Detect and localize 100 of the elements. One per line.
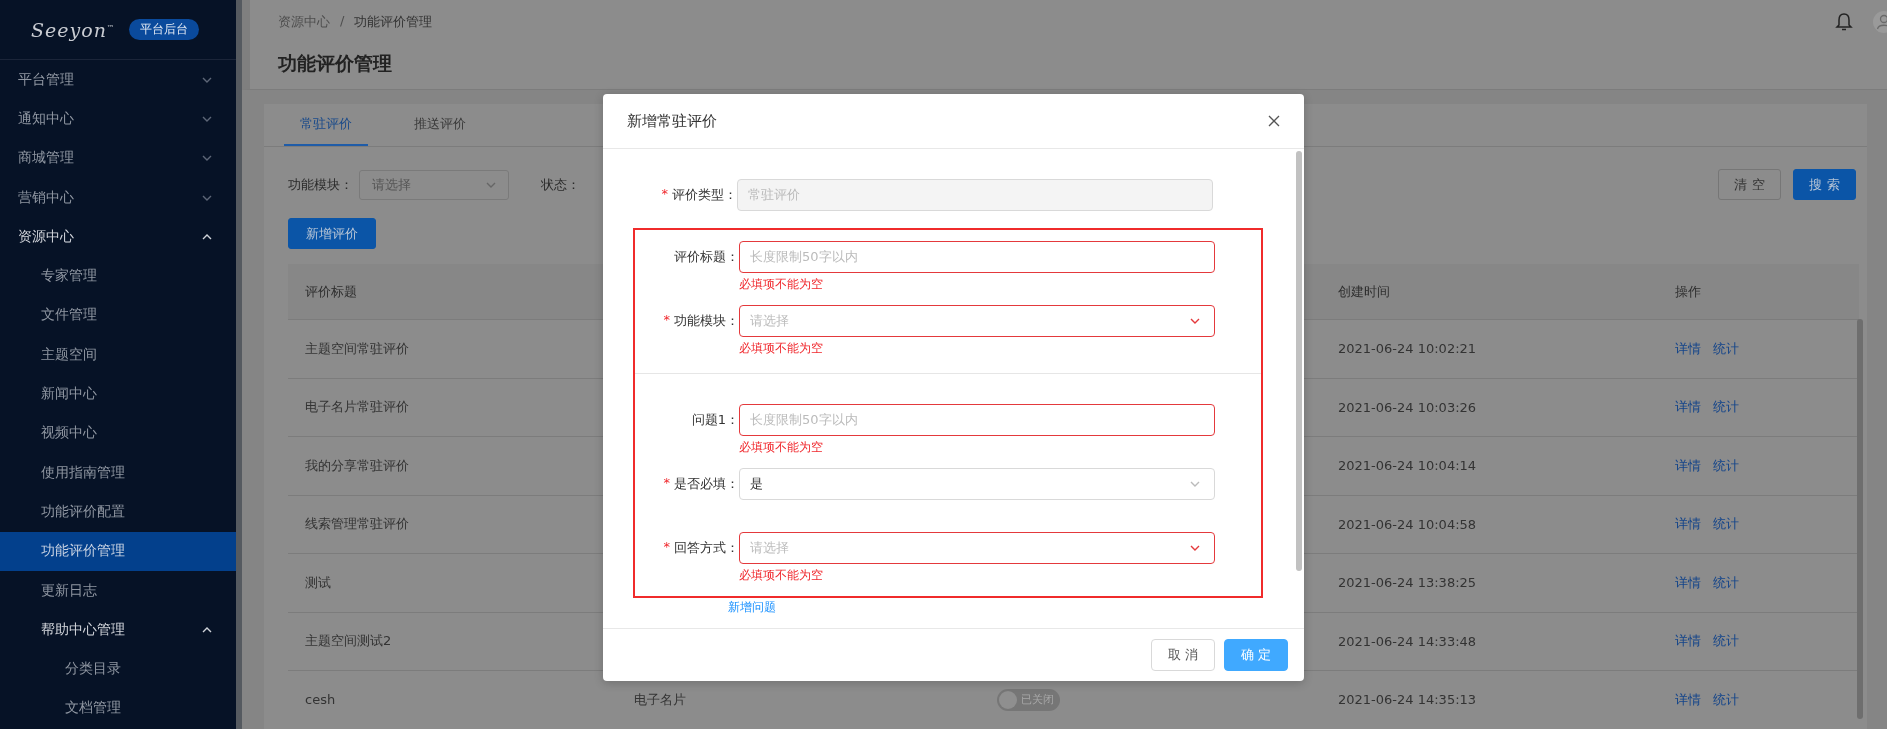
column-header: 操作 — [1674, 282, 1702, 301]
table-cell: 2021-06-24 14:35:13 — [1338, 692, 1477, 708]
table-cell: 2021-06-24 14:33:48 — [1338, 633, 1477, 649]
select-field[interactable]: 请选择 — [739, 532, 1215, 564]
close-icon — [1268, 115, 1280, 127]
menu-item[interactable]: 分类目录 — [0, 649, 236, 689]
menu-item[interactable]: 主题空间 — [0, 335, 236, 375]
chevron-icon — [1190, 545, 1200, 551]
chevron-icon — [202, 115, 212, 122]
field-label: 是否必填： — [674, 475, 739, 493]
menu-item[interactable]: 功能评价配置 — [0, 492, 236, 532]
menu-item[interactable]: 文件管理 — [0, 295, 236, 336]
table-cell: 主题空间常驻评价 — [305, 340, 409, 356]
table-cell: 测试 — [305, 574, 331, 590]
error-message: 必填项不能为空 — [739, 276, 824, 293]
search-button[interactable]: 搜 索 — [1793, 169, 1856, 200]
page-title: 功能评价管理 — [278, 51, 393, 76]
breadcrumb-item[interactable]: 资源中心 — [278, 13, 330, 31]
scrollbar[interactable] — [1857, 319, 1863, 719]
menu-item[interactable]: 帮助中心管理 — [0, 610, 236, 650]
menu-item[interactable]: 视频中心 — [0, 413, 236, 453]
chevron-icon — [202, 626, 212, 633]
table-cell: 我的分享常驻评价 — [305, 457, 409, 473]
menu-item[interactable]: 使用指南管理 — [0, 452, 236, 493]
action-link[interactable]: 统计 — [1713, 632, 1739, 651]
dialog-title: 新增常驻评价 — [627, 111, 717, 131]
menu-item[interactable]: 资源中心 — [0, 217, 236, 257]
required-mark: * — [663, 475, 670, 490]
platform-badge: 平台后台 — [128, 19, 199, 40]
action-link[interactable]: 详情 — [1675, 456, 1701, 475]
table-cell: 线索管理常驻评价 — [305, 516, 409, 532]
select-field[interactable]: 是 — [739, 468, 1215, 500]
menu-item[interactable]: 文档管理 — [0, 688, 236, 729]
table-cell: 电子名片 — [634, 691, 686, 707]
action-link[interactable]: 详情 — [1675, 690, 1701, 709]
clear-button[interactable]: 清 空 — [1718, 169, 1781, 200]
error-message: 必填项不能为空 — [739, 567, 824, 584]
table-cell: 2021-06-24 10:04:14 — [1338, 458, 1477, 474]
chevron-icon — [486, 181, 496, 188]
scrollbar[interactable] — [236, 0, 242, 729]
breadcrumb-separator: / — [340, 13, 345, 30]
table-cell: 2021-06-24 10:03:26 — [1338, 399, 1477, 415]
action-link[interactable]: 统计 — [1713, 573, 1739, 592]
action-link[interactable]: 统计 — [1713, 515, 1739, 534]
menu-item[interactable]: 平台管理 — [0, 60, 236, 100]
column-header: 创建时间 — [1337, 282, 1391, 301]
chevron-icon — [1190, 481, 1200, 487]
menu-item[interactable]: 专家管理 — [0, 256, 236, 296]
error-message: 必填项不能为空 — [739, 340, 824, 357]
chevron-icon — [1190, 318, 1200, 324]
action-link[interactable]: 详情 — [1675, 515, 1701, 534]
required-mark: * — [663, 539, 670, 554]
table-cell: 主题空间测试2 — [305, 633, 392, 649]
action-link[interactable]: 详情 — [1675, 632, 1701, 651]
chevron-icon — [202, 76, 212, 83]
field-label: 回答方式： — [674, 539, 739, 557]
menu-item[interactable]: 功能评价管理 — [0, 531, 236, 571]
menu-item[interactable]: 营销中心 — [0, 177, 236, 218]
input-field[interactable]: 长度限制50字以内 — [739, 404, 1215, 436]
required-mark: * — [663, 312, 670, 327]
action-link[interactable]: 详情 — [1675, 398, 1701, 417]
filter-label: 状态： — [541, 175, 580, 194]
table-cell: 2021-06-24 10:02:21 — [1338, 341, 1477, 357]
select-field[interactable]: 请选择 — [739, 305, 1215, 337]
menu-item[interactable]: 更新日志 — [0, 570, 236, 611]
tab[interactable]: 常驻评价 — [284, 104, 368, 146]
scrollbar[interactable] — [1296, 151, 1302, 571]
cancel-button[interactable]: 取 消 — [1151, 639, 1215, 671]
input-field[interactable]: 长度限制50字以内 — [739, 241, 1215, 273]
logo: Seeyon$^{™}$ — [31, 18, 115, 41]
filter-label: 功能模块： — [288, 175, 353, 194]
table-cell: cesh — [305, 692, 336, 708]
action-link[interactable]: 统计 — [1713, 456, 1739, 475]
required-mark: * — [661, 186, 668, 201]
add-button[interactable]: 新增评价 — [288, 218, 376, 249]
action-link[interactable]: 统计 — [1713, 339, 1739, 358]
menu-item[interactable]: 通知中心 — [0, 99, 236, 139]
chevron-icon — [202, 155, 212, 162]
add-question-link[interactable]: 新增问题 — [728, 599, 776, 616]
error-message: 必填项不能为空 — [739, 439, 824, 456]
field-label: 评价类型： — [672, 186, 737, 204]
tab[interactable]: 推送评价 — [398, 104, 482, 146]
confirm-button[interactable]: 确 定 — [1224, 639, 1288, 671]
action-link[interactable]: 统计 — [1713, 398, 1739, 417]
column-header: 评价标题 — [304, 282, 358, 301]
action-link[interactable]: 统计 — [1713, 690, 1739, 709]
chevron-icon — [202, 233, 212, 240]
bell-icon — [1835, 12, 1853, 32]
field-label: 问题1： — [691, 411, 739, 429]
menu-item[interactable]: 商城管理 — [0, 138, 236, 178]
field-label: 评价标题： — [674, 248, 739, 266]
table-cell: 2021-06-24 10:04:58 — [1338, 516, 1477, 532]
menu-item[interactable]: 新闻中心 — [0, 374, 236, 414]
field-label: 功能模块： — [674, 312, 739, 330]
action-link[interactable]: 详情 — [1675, 339, 1701, 358]
action-link[interactable]: 详情 — [1675, 573, 1701, 592]
breadcrumb-item: 功能评价管理 — [354, 13, 433, 31]
table-cell: 电子名片常驻评价 — [305, 399, 409, 415]
table-cell: 2021-06-24 13:38:25 — [1338, 575, 1477, 591]
chevron-icon — [202, 194, 212, 201]
